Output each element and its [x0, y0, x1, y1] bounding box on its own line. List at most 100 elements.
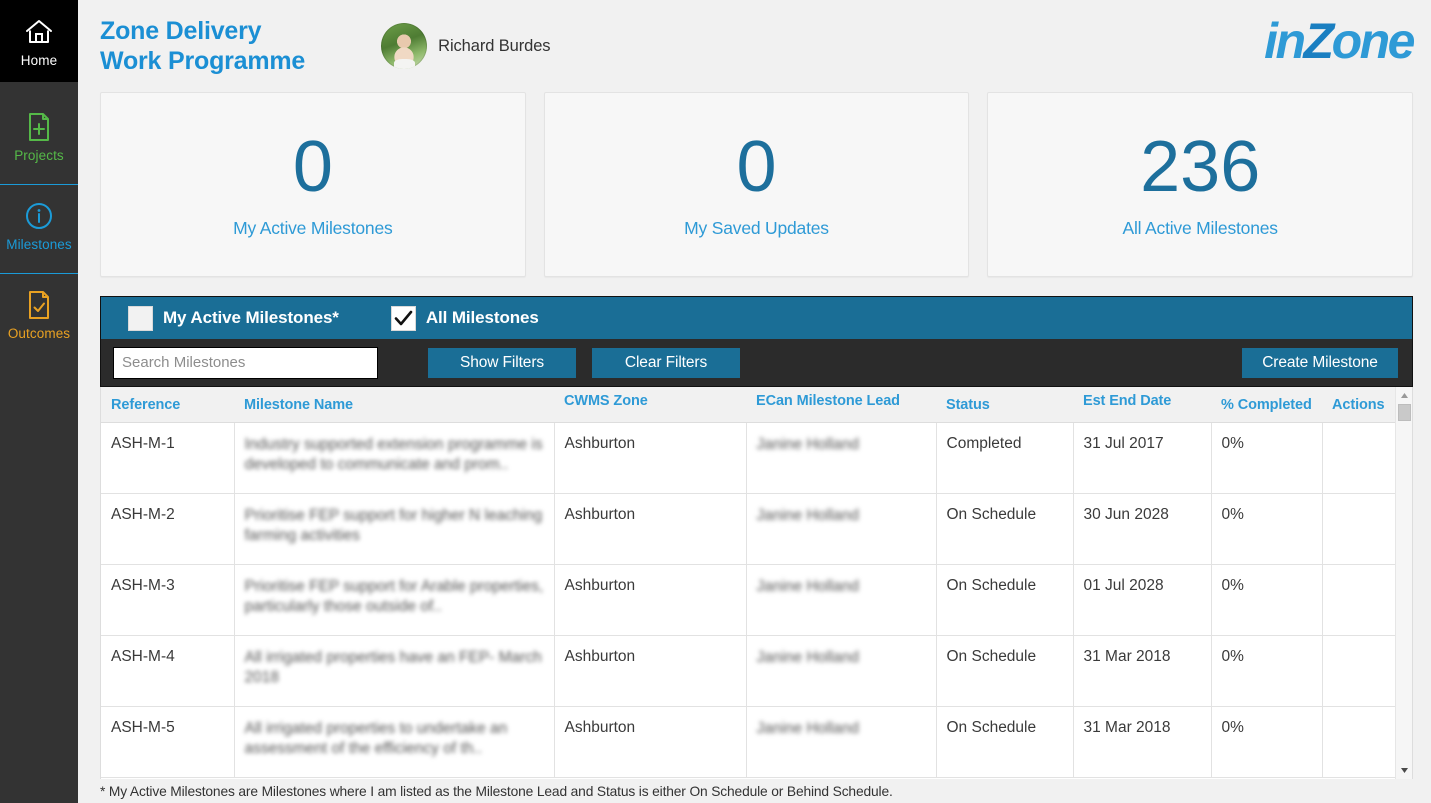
left-sidebar: Home Projects Milestones Outcomes	[0, 0, 78, 803]
column-header-reference[interactable]: Reference	[101, 387, 234, 423]
stat-label: My Saved Updates	[684, 218, 829, 238]
cell-ecan-milestone-lead: Janine Holland	[746, 422, 937, 494]
sidebar-item-label-projects: Projects	[14, 147, 64, 163]
column-header-ecan-milestone-lead[interactable]: ECan Milestone Lead	[746, 387, 936, 423]
cell-est-end-date: 31 Mar 2018	[1073, 706, 1212, 778]
cell-milestone-name: All irrigated properties have an FEP- Ma…	[234, 635, 555, 707]
cell-est-end-date: 30 Jun 2028	[1073, 493, 1212, 565]
check-icon	[394, 310, 413, 325]
table-row[interactable]: ASH-M-1 Industry supported extension pro…	[101, 422, 1412, 494]
sidebar-item-label-home: Home	[20, 52, 58, 68]
cell-milestone-name: Industry supported extension programme i…	[234, 422, 555, 494]
sidebar-item-milestones[interactable]: Milestones	[0, 185, 78, 265]
sidebar-item-outcomes[interactable]: Outcomes	[0, 274, 78, 354]
table-row[interactable]: ASH-M-2 Prioritise FEP support for highe…	[101, 493, 1412, 565]
scroll-up-arrow-icon[interactable]	[1396, 388, 1412, 403]
stat-label: My Active Milestones	[233, 218, 393, 238]
sidebar-item-projects[interactable]: Projects	[0, 96, 78, 176]
cell-status: On Schedule	[936, 635, 1074, 707]
create-milestone-button[interactable]: Create Milestone	[1242, 347, 1398, 378]
logo-text-post: one	[1331, 13, 1416, 69]
clear-filters-button[interactable]: Clear Filters	[592, 347, 740, 378]
column-header-cwms-zone[interactable]: CWMS Zone	[554, 387, 746, 423]
inzone-logo: inZone	[1264, 13, 1416, 69]
milestone-name-text: Prioritise FEP support for Arable proper…	[244, 578, 544, 615]
my-active-milestones-label: My Active Milestones*	[163, 308, 339, 327]
search-input[interactable]	[113, 346, 378, 379]
filter-checkbox-row: My Active Milestones* All Milestones	[101, 297, 1412, 339]
main-content: Zone Delivery Work Programme Richard Bur…	[78, 0, 1431, 803]
stat-cards: 0 My Active Milestones 0 My Saved Update…	[78, 92, 1431, 277]
scrollbar-thumb[interactable]	[1398, 404, 1411, 421]
table-body: ASH-M-1 Industry supported extension pro…	[101, 422, 1412, 778]
cell-cwms-zone: Ashburton	[554, 706, 747, 778]
stat-card-my-active-milestones[interactable]: 0 My Active Milestones	[100, 92, 526, 277]
all-milestones-checkbox-group[interactable]: All Milestones	[390, 305, 539, 331]
milestones-table-container: Reference Milestone Name CWMS Zone ECan …	[100, 387, 1413, 779]
stat-label: All Active Milestones	[1122, 218, 1279, 238]
table-vertical-scrollbar[interactable]	[1395, 387, 1412, 779]
cell-milestone-name: Prioritise FEP support for Arable proper…	[234, 564, 555, 636]
cell-milestone-name: Prioritise FEP support for higher N leac…	[234, 493, 555, 565]
milestone-name-text: All irrigated properties to undertake an…	[244, 720, 508, 757]
cell-reference: ASH-M-5	[101, 706, 235, 778]
lead-text: Janine Holland	[756, 578, 860, 595]
cell-status: On Schedule	[936, 564, 1074, 636]
table-row[interactable]: ASH-M-4 All irrigated properties have an…	[101, 635, 1412, 707]
table-header-row: Reference Milestone Name CWMS Zone ECan …	[101, 387, 1412, 423]
cell-percent-completed: 0%	[1211, 635, 1323, 707]
cell-status: Completed	[936, 422, 1074, 494]
stat-value: 236	[1140, 127, 1261, 207]
milestone-name-text: Industry supported extension programme i…	[244, 436, 543, 473]
cell-percent-completed: 0%	[1211, 422, 1323, 494]
table-row[interactable]: ASH-M-3 Prioritise FEP support for Arabl…	[101, 564, 1412, 636]
cell-status: On Schedule	[936, 706, 1074, 778]
cell-ecan-milestone-lead: Janine Holland	[746, 706, 937, 778]
cell-reference: ASH-M-1	[101, 422, 235, 494]
cell-percent-completed: 0%	[1211, 706, 1323, 778]
scroll-down-arrow-icon[interactable]	[1396, 763, 1412, 778]
logo-text-cap: Z	[1303, 13, 1335, 69]
column-header-milestone-name[interactable]: Milestone Name	[234, 387, 554, 423]
milestone-name-text: All irrigated properties have an FEP- Ma…	[244, 649, 542, 686]
cell-cwms-zone: Ashburton	[554, 422, 747, 494]
cell-percent-completed: 0%	[1211, 493, 1323, 565]
stat-value: 0	[736, 127, 777, 207]
stat-value: 0	[292, 127, 333, 207]
milestone-name-text: Prioritise FEP support for higher N leac…	[244, 507, 543, 544]
cell-cwms-zone: Ashburton	[554, 493, 747, 565]
sidebar-item-home[interactable]: Home	[0, 0, 78, 82]
column-header-percent-completed[interactable]: % Completed	[1211, 387, 1322, 423]
cell-reference: ASH-M-3	[101, 564, 235, 636]
cell-reference: ASH-M-2	[101, 493, 235, 565]
show-filters-button[interactable]: Show Filters	[428, 347, 576, 378]
all-milestones-label: All Milestones	[425, 308, 539, 327]
cell-est-end-date: 31 Jul 2017	[1073, 422, 1212, 494]
column-header-status[interactable]: Status	[936, 387, 1073, 423]
cell-cwms-zone: Ashburton	[554, 635, 747, 707]
column-header-est-end-date[interactable]: Est End Date	[1073, 387, 1211, 423]
app-root: Home Projects Milestones Outcomes Zone D…	[0, 0, 1431, 803]
sidebar-item-label-milestones: Milestones	[6, 236, 72, 252]
page-title: Zone Delivery Work Programme	[100, 17, 306, 75]
my-active-milestones-checkbox-group[interactable]: My Active Milestones*	[128, 305, 339, 331]
cell-ecan-milestone-lead: Janine Holland	[746, 564, 937, 636]
my-active-milestones-checkbox[interactable]	[128, 305, 153, 331]
cell-cwms-zone: Ashburton	[554, 564, 747, 636]
cell-milestone-name: All irrigated properties to undertake an…	[234, 706, 555, 778]
table-header: Reference Milestone Name CWMS Zone ECan …	[101, 387, 1412, 423]
cell-percent-completed: 0%	[1211, 564, 1323, 636]
table-row[interactable]: ASH-M-5 All irrigated properties to unde…	[101, 706, 1412, 778]
info-circle-icon	[24, 199, 54, 233]
all-milestones-checkbox[interactable]	[390, 305, 416, 331]
cell-ecan-milestone-lead: Janine Holland	[746, 635, 937, 707]
stat-card-my-saved-updates[interactable]: 0 My Saved Updates	[543, 92, 970, 277]
lead-text: Janine Holland	[756, 507, 860, 524]
user-name: Richard Burdes	[438, 36, 551, 55]
lead-text: Janine Holland	[756, 649, 860, 666]
avatar	[381, 23, 428, 69]
stat-card-all-active-milestones[interactable]: 236 All Active Milestones	[987, 92, 1414, 277]
cell-ecan-milestone-lead: Janine Holland	[746, 493, 937, 565]
filter-action-row: Show Filters Clear Filters Create Milest…	[101, 339, 1412, 386]
user-info[interactable]: Richard Burdes	[381, 23, 551, 69]
